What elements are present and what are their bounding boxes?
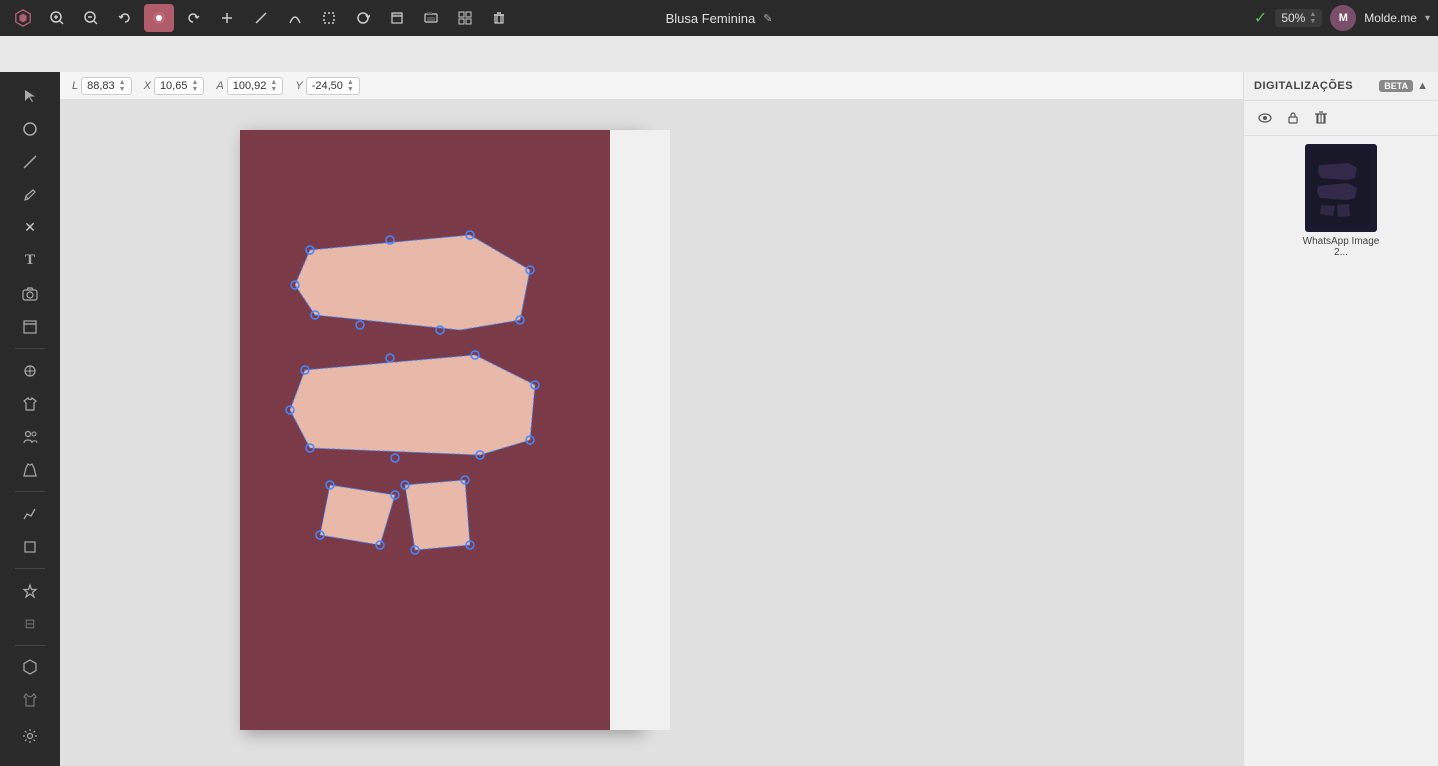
canvas-area[interactable]: [60, 100, 1243, 766]
canvas-wrapper: L 88,83 ▲ ▼ X 10,65 ▲ ▼: [60, 72, 1243, 766]
coord-L: L 88,83 ▲ ▼: [72, 77, 132, 95]
close-btn[interactable]: ✕: [10, 212, 50, 243]
zoom-out-button[interactable]: [76, 4, 106, 32]
settings-btn[interactable]: [10, 718, 50, 754]
shirt3-btn[interactable]: [10, 685, 50, 716]
zoom-down-arrow[interactable]: ▼: [1309, 18, 1316, 25]
digitalization-label: WhatsApp Image 2...: [1301, 236, 1381, 258]
hexagon-btn[interactable]: [10, 652, 50, 683]
coord-L-input[interactable]: 88,83 ▲ ▼: [81, 77, 131, 95]
line-draw-btn[interactable]: [10, 146, 50, 177]
delete-button[interactable]: [484, 4, 514, 32]
zoom-in-button[interactable]: [42, 4, 72, 32]
zoom-arrows[interactable]: ▲ ▼: [1309, 11, 1316, 25]
pencil-btn[interactable]: [10, 179, 50, 210]
digit-thumbnail: [1305, 144, 1377, 232]
clip-btn[interactable]: ⊟: [10, 608, 50, 639]
print-preview-button[interactable]: [416, 4, 446, 32]
coord-A-label: A: [216, 80, 223, 92]
coord-Y-label: Y: [295, 80, 302, 92]
sidebar-divider-4: [15, 645, 45, 646]
project-title: Blusa Feminina: [666, 11, 756, 26]
edit-project-icon[interactable]: ✎: [763, 12, 772, 25]
text-btn[interactable]: T: [10, 245, 50, 276]
graph-btn[interactable]: [10, 498, 50, 529]
coord-L-label: L: [72, 80, 78, 92]
line-segment-button[interactable]: [246, 4, 276, 32]
grid-button[interactable]: [450, 4, 480, 32]
add-point-button[interactable]: [212, 4, 242, 32]
rect-select-button[interactable]: [314, 4, 344, 32]
dress-btn[interactable]: [10, 454, 50, 485]
coord-Y: Y -24,50 ▲ ▼: [295, 77, 359, 95]
right-panel: DIGITALIZAÇÕES BETA ▲: [1243, 72, 1438, 766]
zoom-value: 50%: [1281, 11, 1305, 25]
main-toolbar: Blusa Feminina ✎ ✓ 50% ▲ ▼ M Molde.me ▾: [0, 0, 1438, 36]
panel-delete-btn[interactable]: [1310, 107, 1332, 129]
fabric-pieces-svg: [240, 130, 640, 730]
check-icon: ✓: [1254, 8, 1267, 28]
refresh-button[interactable]: [348, 4, 378, 32]
beta-badge: BETA: [1379, 80, 1413, 92]
circle-tool-btn[interactable]: [10, 113, 50, 144]
lock-btn[interactable]: [1282, 107, 1304, 129]
coord-bar: L 88,83 ▲ ▼ X 10,65 ▲ ▼: [60, 72, 1243, 100]
panel-title: DIGITALIZAÇÕES: [1254, 80, 1353, 92]
panel-collapse-icon[interactable]: ▲: [1417, 80, 1428, 92]
redo-button[interactable]: [178, 4, 208, 32]
logo-button[interactable]: [8, 4, 38, 32]
star3-btn[interactable]: [10, 575, 50, 606]
coord-A: A 100,92 ▲ ▼: [216, 77, 283, 95]
sidebar-divider-2: [15, 491, 45, 492]
coord-X-input[interactable]: 10,65 ▲ ▼: [154, 77, 204, 95]
shirt-btn[interactable]: [10, 388, 50, 419]
coord-A-arrows[interactable]: ▲ ▼: [270, 79, 277, 93]
panel-content: WhatsApp Image 2...: [1244, 136, 1438, 766]
curve-button[interactable]: [280, 4, 310, 32]
sidebar-divider-1: [15, 348, 45, 349]
coord-Y-input[interactable]: -24,50 ▲ ▼: [306, 77, 360, 95]
layers-side-btn[interactable]: [10, 311, 50, 342]
star-btn[interactable]: [10, 355, 50, 386]
user-menu-arrow[interactable]: ▾: [1425, 13, 1430, 24]
canvas-white-strip: [610, 130, 670, 730]
visibility-btn[interactable]: [1254, 107, 1276, 129]
user-avatar[interactable]: M: [1330, 5, 1356, 31]
box-btn[interactable]: [10, 531, 50, 562]
coord-Y-arrows[interactable]: ▲ ▼: [347, 79, 354, 93]
coord-A-input[interactable]: 100,92 ▲ ▼: [227, 77, 284, 95]
toolbar-right-area: ✓ 50% ▲ ▼ M Molde.me ▾: [1254, 5, 1430, 31]
main-layout: ✕ T ⊟: [0, 72, 1438, 766]
left-sidebar: ✕ T ⊟: [0, 72, 60, 766]
panel-toolbar: [1244, 101, 1438, 136]
zoom-control[interactable]: 50% ▲ ▼: [1275, 9, 1322, 27]
people-btn[interactable]: [10, 421, 50, 452]
sidebar-footer: [10, 718, 50, 758]
active-draw-button[interactable]: [144, 4, 174, 32]
coord-X-arrows[interactable]: ▲ ▼: [191, 79, 198, 93]
project-name-area: Blusa Feminina ✎: [666, 11, 773, 26]
zoom-up-arrow[interactable]: ▲: [1309, 11, 1316, 18]
sidebar-divider-3: [15, 568, 45, 569]
coord-L-arrows[interactable]: ▲ ▼: [119, 79, 126, 93]
user-name[interactable]: Molde.me: [1364, 11, 1417, 25]
layers-button[interactable]: [382, 4, 412, 32]
undo-button[interactable]: [110, 4, 140, 32]
coord-X-label: X: [144, 80, 151, 92]
panel-header: DIGITALIZAÇÕES BETA ▲: [1244, 72, 1438, 101]
camera-btn[interactable]: [10, 278, 50, 309]
thumbnail-svg: [1311, 150, 1371, 226]
pattern-card: [240, 130, 640, 730]
digitalization-item[interactable]: WhatsApp Image 2...: [1252, 144, 1430, 258]
coord-X: X 10,65 ▲ ▼: [144, 77, 205, 95]
select-tool-btn[interactable]: [10, 80, 50, 111]
